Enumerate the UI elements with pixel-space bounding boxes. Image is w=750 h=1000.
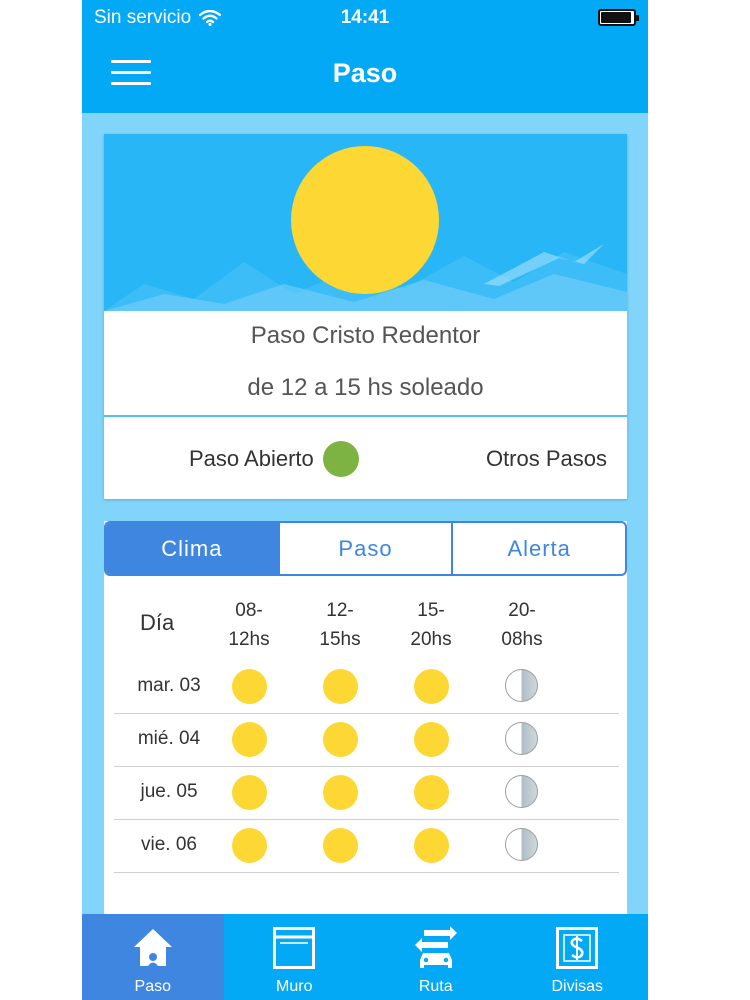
weather-summary: de 12 a 15 hs soleado	[247, 374, 484, 401]
nav-divisas[interactable]: Divisas	[507, 914, 649, 1000]
moon-icon	[505, 722, 538, 755]
moon-icon	[505, 828, 538, 861]
bottom-navigation: Paso Muro Ruta Divisas	[82, 914, 648, 1000]
app-screen: Sin servicio 14:41 Paso Paso Cristo Rede…	[82, 0, 648, 1000]
time-header-12-15: 12- 15hs	[319, 600, 361, 650]
sun-icon	[232, 775, 267, 810]
status-time: 14:41	[340, 7, 390, 28]
nav-label: Muro	[276, 978, 313, 995]
forecast-row: jue. 05	[114, 767, 619, 820]
sun-icon	[414, 669, 449, 704]
page-title: Paso	[332, 58, 398, 88]
nav-muro[interactable]: Muro	[224, 914, 366, 1000]
car-icon	[414, 926, 457, 968]
segment-tabs: Clima Paso Alerta	[104, 521, 627, 576]
sun-icon	[232, 669, 267, 704]
pass-name: Paso Cristo Redentor	[250, 322, 481, 349]
forecast-card: Clima Paso Alerta Día 08- 12hs 12- 15hs …	[104, 521, 627, 941]
sun-icon	[414, 828, 449, 863]
pass-summary-card: Paso Cristo Redentor de 12 a 15 hs solea…	[104, 134, 627, 499]
pass-status: Paso Abierto	[189, 441, 359, 477]
status-bar: Sin servicio 14:41	[82, 0, 648, 36]
sun-icon	[323, 775, 358, 810]
status-indicator-icon	[322, 441, 359, 477]
sun-icon	[232, 828, 267, 863]
home-icon	[133, 929, 172, 966]
nav-paso[interactable]: Paso	[82, 914, 224, 1000]
nav-ruta[interactable]: Ruta	[365, 914, 507, 1000]
pass-status-label: Paso Abierto	[189, 446, 314, 471]
forecast-row: mar. 03	[114, 661, 619, 714]
time-header-08-12: 08- 12hs	[228, 600, 270, 650]
battery-icon	[598, 9, 639, 26]
moon-icon	[505, 669, 538, 702]
day-label: mar. 03	[137, 675, 201, 696]
wall-icon	[273, 927, 316, 969]
day-label: jue. 05	[140, 781, 198, 802]
nav-label: Ruta	[418, 978, 453, 995]
time-header-15-20: 15- 20hs	[410, 600, 452, 650]
currency-icon	[556, 927, 599, 969]
sun-icon	[232, 722, 267, 757]
sun-icon	[291, 146, 439, 294]
sun-icon	[323, 828, 358, 863]
sun-icon	[323, 669, 358, 704]
day-label: mié. 04	[137, 728, 201, 749]
sun-icon	[323, 722, 358, 757]
top-bar: Sin servicio 14:41 Paso	[82, 0, 648, 113]
tab-paso[interactable]: Paso	[277, 523, 452, 574]
divider	[104, 415, 627, 417]
forecast-row: mié. 04	[114, 714, 619, 767]
other-passes-link[interactable]: Otros Pasos	[486, 446, 607, 472]
tab-alerta[interactable]: Alerta	[451, 523, 625, 574]
sun-icon	[414, 775, 449, 810]
day-label: vie. 06	[141, 834, 197, 855]
moon-icon	[505, 775, 538, 808]
sun-icon	[414, 722, 449, 757]
weather-banner	[104, 134, 627, 311]
nav-label: Divisas	[551, 978, 604, 995]
day-column-header: Día	[140, 610, 175, 635]
forecast-row: vie. 06	[114, 820, 619, 873]
nav-label: Paso	[134, 978, 171, 995]
tab-clima[interactable]: Clima	[106, 523, 278, 574]
time-header-20-08: 20- 08hs	[501, 600, 543, 650]
